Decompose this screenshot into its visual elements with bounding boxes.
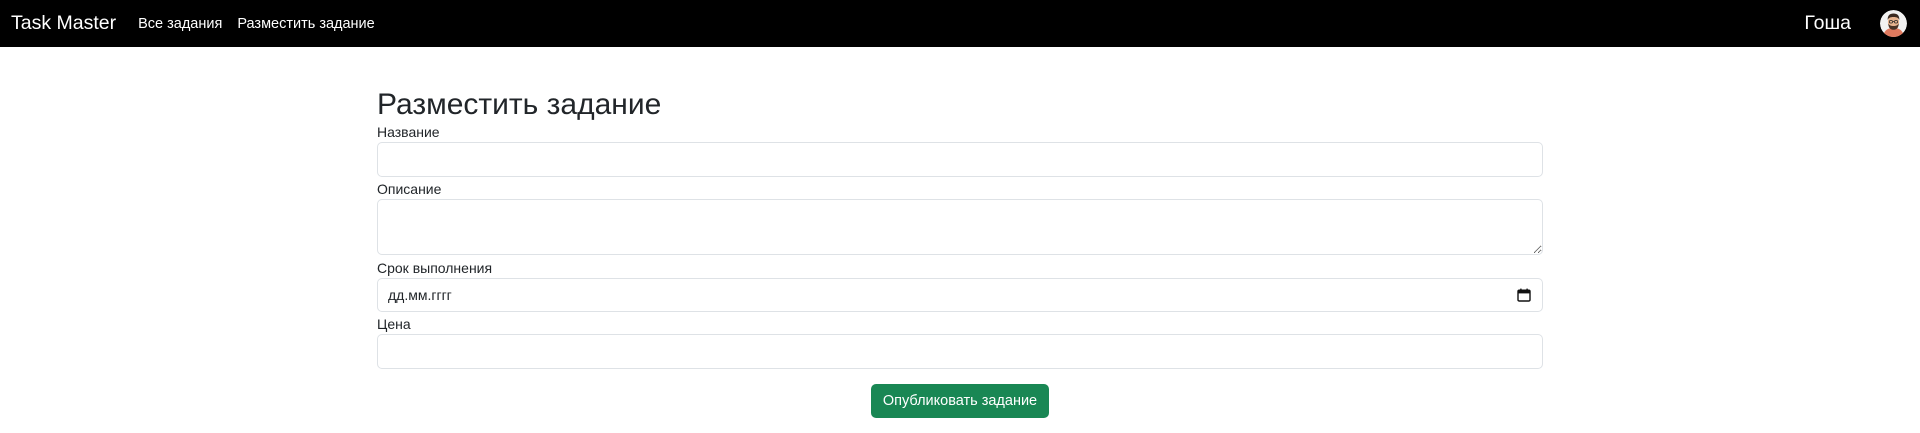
brand-logo[interactable]: Task Master xyxy=(11,12,116,35)
title-label: Название xyxy=(377,124,440,140)
post-task-form-container: Разместить задание Название Описание Сро… xyxy=(377,47,1543,418)
nav-link-all-tasks[interactable]: Все задания xyxy=(138,16,222,32)
avatar-icon[interactable] xyxy=(1880,10,1907,37)
deadline-label: Срок выполнения xyxy=(377,260,493,276)
deadline-value: дд.мм.гггг xyxy=(388,287,452,303)
nav-link-post-task[interactable]: Разместить задание xyxy=(237,16,374,32)
publish-task-button[interactable]: Опубликовать задание xyxy=(870,384,1050,418)
submit-row: Опубликовать задание xyxy=(377,384,1543,418)
navbar: Task Master Все задания Разместить задан… xyxy=(0,0,1920,47)
description-label: Описание xyxy=(377,181,442,197)
price-label: Цена xyxy=(377,316,411,332)
user-menu: Гоша xyxy=(1804,10,1909,37)
username[interactable]: Гоша xyxy=(1804,12,1851,35)
deadline-date-input[interactable]: дд.мм.гггг xyxy=(377,278,1543,312)
title-input[interactable] xyxy=(377,142,1543,177)
price-input[interactable] xyxy=(377,334,1543,369)
description-textarea[interactable] xyxy=(377,199,1543,255)
page-title: Разместить задание xyxy=(377,88,662,121)
calendar-icon[interactable] xyxy=(1517,288,1531,302)
